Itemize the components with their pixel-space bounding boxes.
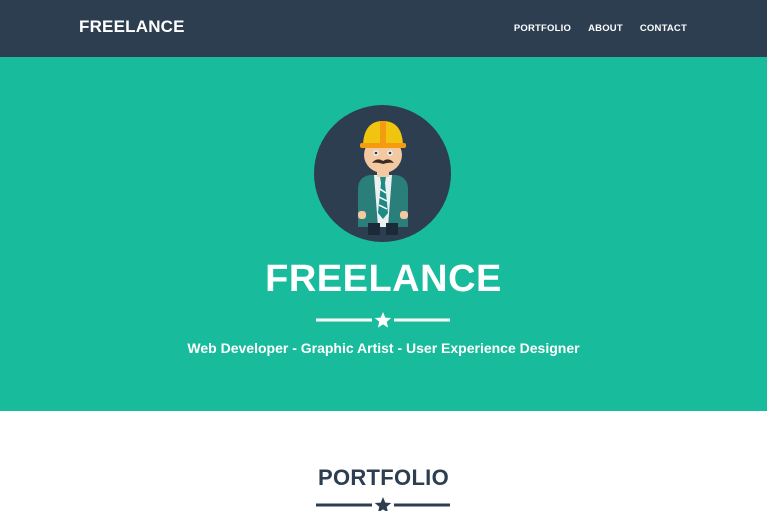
- navbar: FREELANCE PORTFOLIO ABOUT CONTACT: [0, 0, 767, 57]
- nav-links: PORTFOLIO ABOUT CONTACT: [497, 23, 687, 34]
- hero-section: FREELANCE Web Developer - Graphic Artist…: [0, 57, 767, 411]
- star-icon: [374, 497, 392, 511]
- hero-title: FREELANCE: [265, 258, 502, 300]
- brand-logo-link[interactable]: FREELANCE: [79, 17, 185, 37]
- profile-avatar-icon: [314, 105, 451, 242]
- nav-link-portfolio[interactable]: PORTFOLIO: [514, 23, 571, 34]
- portfolio-star-divider: [316, 495, 450, 511]
- hero-star-divider: [316, 310, 450, 330]
- star-icon: [374, 312, 392, 328]
- nav-link-contact[interactable]: CONTACT: [640, 23, 687, 34]
- hero-subtitle: Web Developer - Graphic Artist - User Ex…: [187, 340, 580, 356]
- portfolio-title: PORTFOLIO: [317, 465, 450, 490]
- nav-link-about[interactable]: ABOUT: [588, 23, 623, 34]
